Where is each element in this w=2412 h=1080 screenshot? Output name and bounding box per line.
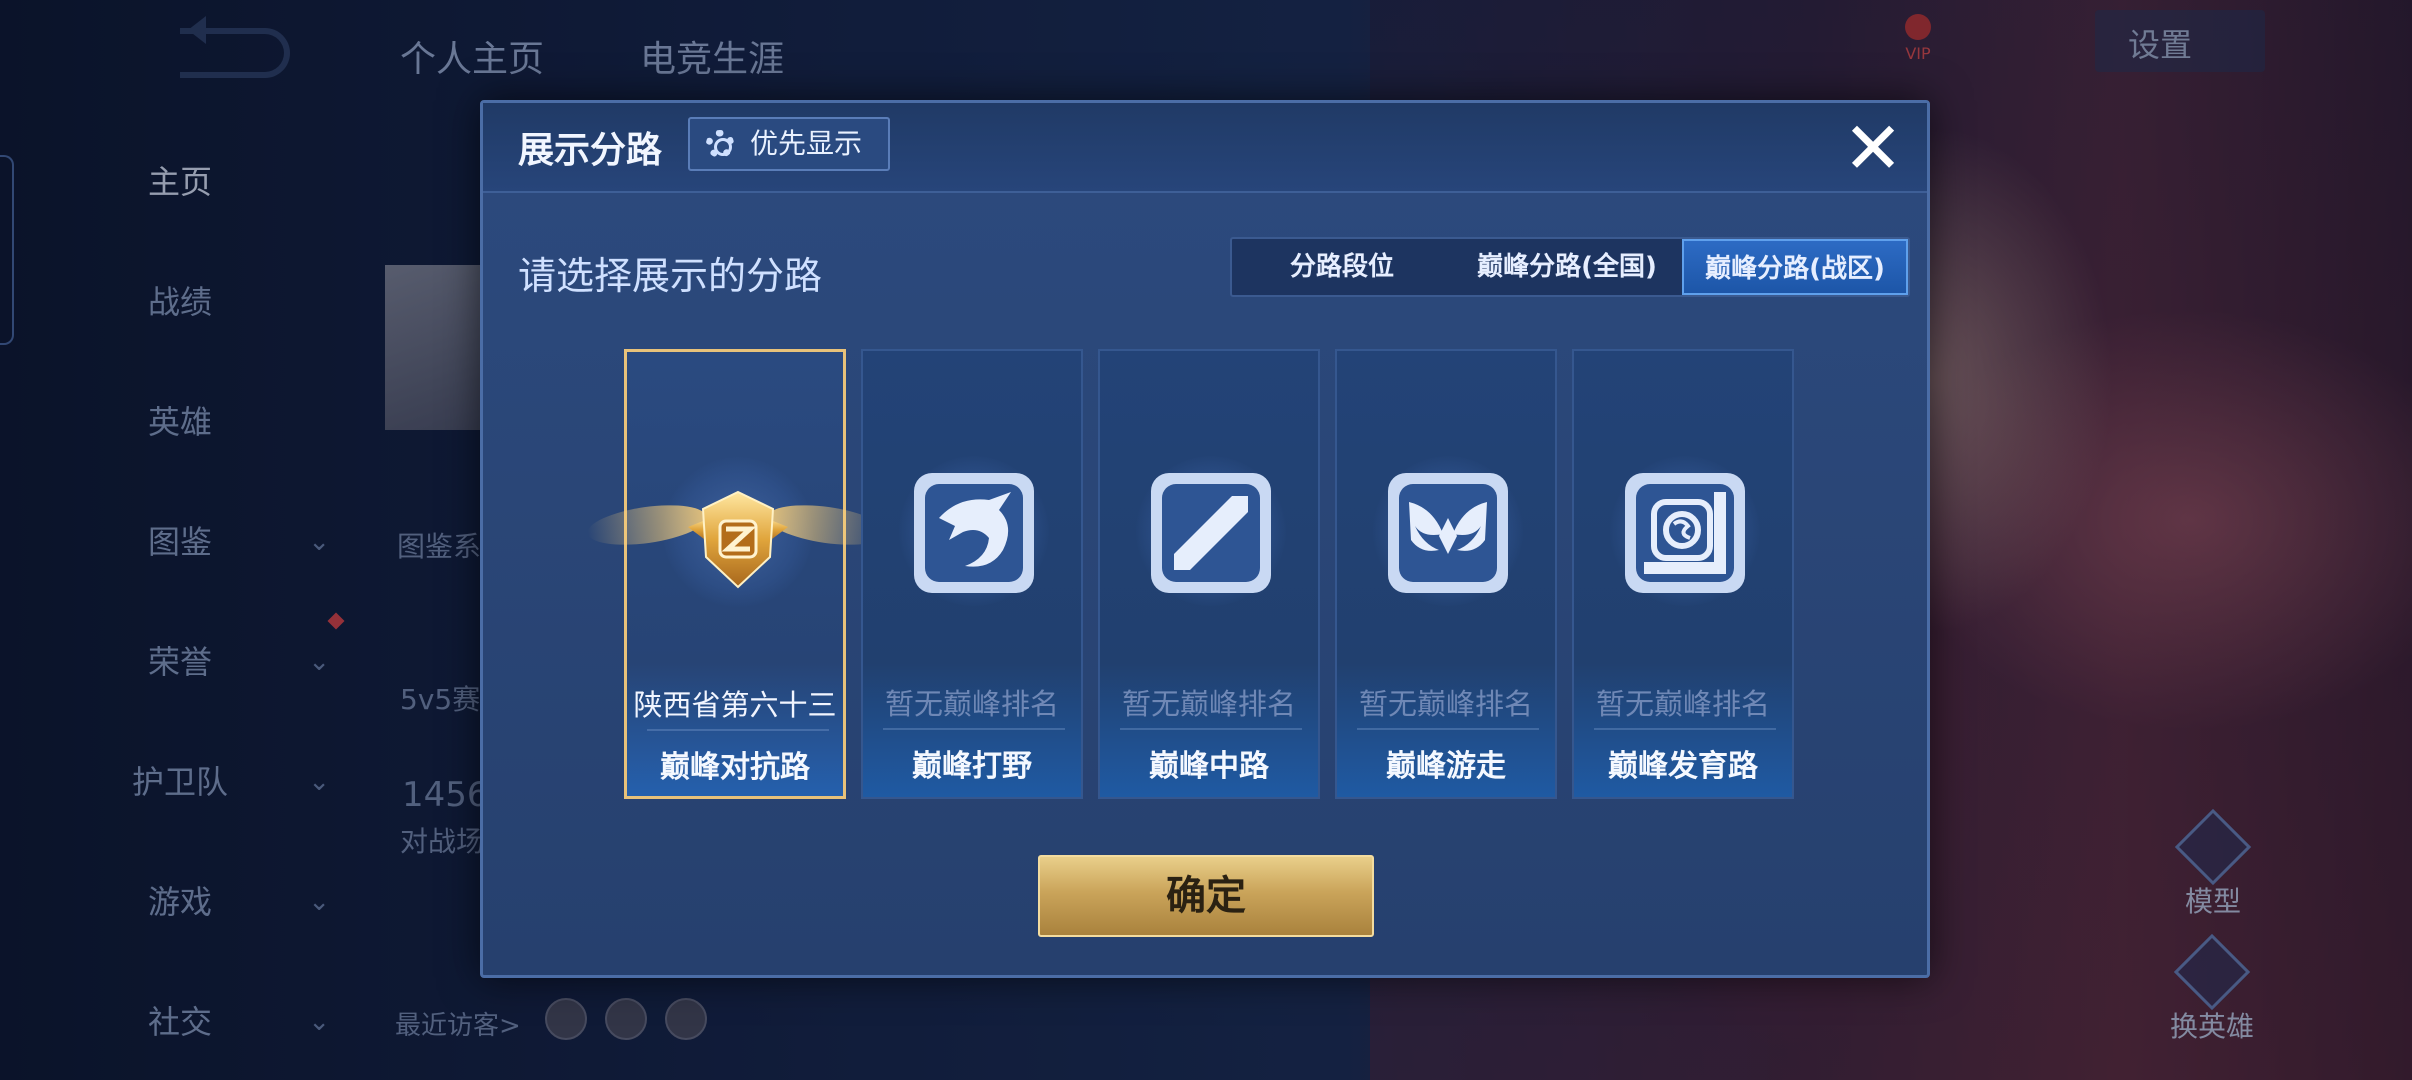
dialog-header: 展示分路 优先显示 ✕ <box>483 103 1927 193</box>
card-divider <box>883 728 1065 730</box>
lane-rank-text: 陕西省第六十三 <box>633 688 837 722</box>
card-divider <box>1357 728 1539 730</box>
lane-name: 巅峰对抗路 <box>660 750 810 785</box>
lane-rank-text: 暂无巅峰排名 <box>1121 687 1296 721</box>
dialog-title: 展示分路 <box>518 130 663 171</box>
card-divider <box>1120 728 1302 730</box>
wings-support-icon <box>1388 473 1508 593</box>
confirm-button[interactable]: 确定 <box>1038 855 1374 937</box>
lane-card-roam[interactable]: 暂无巅峰排名 巅峰游走 <box>1335 349 1557 799</box>
lane-name: 巅峰中路 <box>1149 749 1269 784</box>
lane-card-top[interactable]: 陕西省第六十三 巅峰对抗路 <box>585 349 889 799</box>
tab-peak-national[interactable]: 巅峰分路(全国) <box>1452 239 1682 295</box>
priority-display-button[interactable]: 优先显示 <box>688 117 890 171</box>
gold-rank-medal-icon <box>688 490 788 589</box>
lane-rank-text: 暂无巅峰排名 <box>1595 687 1770 721</box>
gear-icon <box>706 130 734 158</box>
slash-midlane-icon <box>1151 473 1271 593</box>
dragon-jungle-icon <box>914 473 1034 593</box>
card-divider <box>1594 728 1776 730</box>
lane-card-jungle[interactable]: 暂无巅峰排名 巅峰打野 <box>861 349 1083 799</box>
lane-rank-text: 暂无巅峰排名 <box>1358 687 1533 721</box>
tab-peak-region[interactable]: 巅峰分路(战区) <box>1682 239 1908 295</box>
tab-lane-rank[interactable]: 分路段位 <box>1232 239 1452 295</box>
lane-type-tabs: 分路段位 巅峰分路(全国) 巅峰分路(战区) <box>1230 237 1910 297</box>
priority-display-label: 优先显示 <box>750 127 863 160</box>
lane-display-dialog: 展示分路 优先显示 ✕ 请选择展示的分路 分路段位 巅峰分路(全国) 巅峰分路(… <box>480 100 1930 978</box>
dialog-subtitle: 请选择展示的分路 <box>518 254 823 298</box>
lane-name: 巅峰游走 <box>1386 749 1506 784</box>
lane-card-mid[interactable]: 暂无巅峰排名 巅峰中路 <box>1098 349 1320 799</box>
lane-name: 巅峰发育路 <box>1608 749 1758 784</box>
lane-rank-text: 暂无巅峰排名 <box>884 687 1059 721</box>
lane-name: 巅峰打野 <box>912 749 1032 784</box>
card-divider <box>647 729 829 731</box>
ring-marksman-icon <box>1625 473 1745 593</box>
lane-card-marksman[interactable]: 暂无巅峰排名 巅峰发育路 <box>1572 349 1794 799</box>
close-icon[interactable]: ✕ <box>1838 112 1908 185</box>
